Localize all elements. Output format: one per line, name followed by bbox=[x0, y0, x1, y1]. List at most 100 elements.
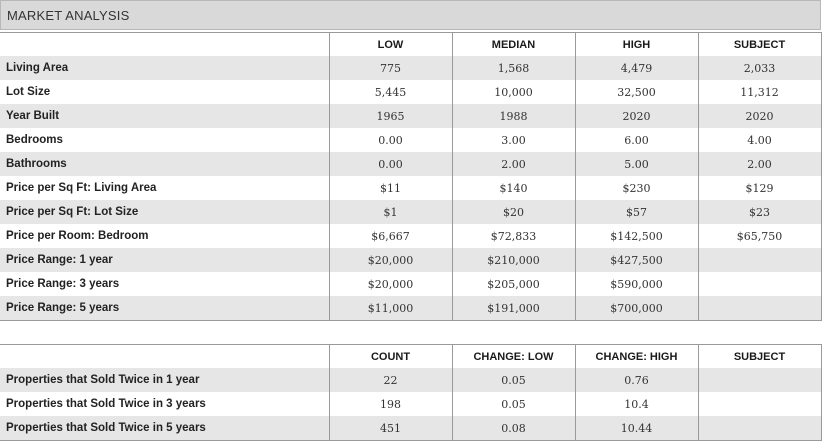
cell-change-high: 0.76 bbox=[574, 368, 698, 392]
cell-subject bbox=[697, 368, 822, 392]
cell-median: 2.00 bbox=[451, 152, 575, 176]
cell-subject: 2.00 bbox=[697, 152, 822, 176]
cell-change-high: 10.4 bbox=[574, 392, 698, 416]
header-count: COUNT bbox=[328, 344, 452, 368]
cell-low: 0.00 bbox=[328, 152, 452, 176]
table-row: Living Area 775 1,568 4,479 2,033 bbox=[0, 56, 822, 80]
cell-subject: $129 bbox=[697, 176, 822, 200]
row-label: Price Range: 1 year bbox=[0, 248, 329, 272]
cell-median: $20 bbox=[451, 200, 575, 224]
cell-median: $205,000 bbox=[451, 272, 575, 296]
cell-median: $191,000 bbox=[451, 296, 575, 321]
table-row: Properties that Sold Twice in 5 years 45… bbox=[0, 416, 822, 441]
cell-low: 0.00 bbox=[328, 128, 452, 152]
cell-subject bbox=[697, 248, 822, 272]
cell-median: $210,000 bbox=[451, 248, 575, 272]
cell-low: $11,000 bbox=[328, 296, 452, 321]
cell-change-low: 0.08 bbox=[451, 416, 575, 441]
row-label: Price per Room: Bedroom bbox=[0, 224, 329, 248]
cell-median: 1988 bbox=[451, 104, 575, 128]
header-change-high: CHANGE: HIGH bbox=[574, 344, 698, 368]
cell-subject bbox=[697, 272, 822, 296]
row-label: Living Area bbox=[0, 56, 329, 80]
table-row: Price per Room: Bedroom $6,667 $72,833 $… bbox=[0, 224, 822, 248]
row-label: Price Range: 5 years bbox=[0, 296, 329, 321]
cell-median: 1,568 bbox=[451, 56, 575, 80]
cell-high: 5.00 bbox=[574, 152, 698, 176]
table-row: Properties that Sold Twice in 1 year 22 … bbox=[0, 368, 822, 392]
table-row: Price per Sq Ft: Living Area $11 $140 $2… bbox=[0, 176, 822, 200]
cell-subject bbox=[697, 416, 822, 441]
table-row: Bedrooms 0.00 3.00 6.00 4.00 bbox=[0, 128, 822, 152]
row-label: Bedrooms bbox=[0, 128, 329, 152]
table-header-row: COUNT CHANGE: LOW CHANGE: HIGH SUBJECT bbox=[0, 344, 822, 368]
cell-high: 6.00 bbox=[574, 128, 698, 152]
cell-median: $72,833 bbox=[451, 224, 575, 248]
cell-high: 4,479 bbox=[574, 56, 698, 80]
table-row: Bathrooms 0.00 2.00 5.00 2.00 bbox=[0, 152, 822, 176]
cell-high: $57 bbox=[574, 200, 698, 224]
cell-median: $140 bbox=[451, 176, 575, 200]
cell-low: $20,000 bbox=[328, 248, 452, 272]
row-label: Lot Size bbox=[0, 80, 329, 104]
section-header: MARKET ANALYSIS bbox=[0, 0, 821, 30]
cell-low: 775 bbox=[328, 56, 452, 80]
header-change-low: CHANGE: LOW bbox=[451, 344, 575, 368]
table-header-row: LOW MEDIAN HIGH SUBJECT bbox=[0, 32, 822, 56]
row-label: Price Range: 3 years bbox=[0, 272, 329, 296]
cell-low: $11 bbox=[328, 176, 452, 200]
cell-count: 22 bbox=[328, 368, 452, 392]
row-label: Year Built bbox=[0, 104, 329, 128]
cell-high: $700,000 bbox=[574, 296, 698, 321]
cell-change-high: 10.44 bbox=[574, 416, 698, 441]
cell-subject bbox=[697, 296, 822, 321]
row-label: Price per Sq Ft: Living Area bbox=[0, 176, 329, 200]
table-row: Price Range: 1 year $20,000 $210,000 $42… bbox=[0, 248, 822, 272]
market-analysis-panel: MARKET ANALYSIS LOW MEDIAN HIGH SUBJECT … bbox=[0, 0, 823, 444]
market-analysis-table: LOW MEDIAN HIGH SUBJECT Living Area 775 … bbox=[0, 32, 822, 321]
cell-high: $427,500 bbox=[574, 248, 698, 272]
cell-median: 3.00 bbox=[451, 128, 575, 152]
cell-low: 1965 bbox=[328, 104, 452, 128]
row-label: Price per Sq Ft: Lot Size bbox=[0, 200, 329, 224]
row-label: Properties that Sold Twice in 1 year bbox=[0, 368, 329, 392]
cell-low: $20,000 bbox=[328, 272, 452, 296]
cell-high: 2020 bbox=[574, 104, 698, 128]
section-title: MARKET ANALYSIS bbox=[7, 8, 130, 23]
cell-subject: 2,033 bbox=[697, 56, 822, 80]
sold-twice-table: COUNT CHANGE: LOW CHANGE: HIGH SUBJECT P… bbox=[0, 344, 822, 441]
cell-subject bbox=[697, 392, 822, 416]
table-row: Price per Sq Ft: Lot Size $1 $20 $57 $23 bbox=[0, 200, 822, 224]
table-row: Price Range: 3 years $20,000 $205,000 $5… bbox=[0, 272, 822, 296]
cell-high: $142,500 bbox=[574, 224, 698, 248]
cell-change-low: 0.05 bbox=[451, 368, 575, 392]
cell-subject: $65,750 bbox=[697, 224, 822, 248]
table-row: Lot Size 5,445 10,000 32,500 11,312 bbox=[0, 80, 822, 104]
cell-subject: 2020 bbox=[697, 104, 822, 128]
cell-count: 451 bbox=[328, 416, 452, 441]
row-label: Properties that Sold Twice in 5 years bbox=[0, 416, 329, 441]
table-row: Year Built 1965 1988 2020 2020 bbox=[0, 104, 822, 128]
cell-high: $230 bbox=[574, 176, 698, 200]
header-label-column bbox=[0, 32, 329, 56]
cell-change-low: 0.05 bbox=[451, 392, 575, 416]
row-label: Bathrooms bbox=[0, 152, 329, 176]
row-label: Properties that Sold Twice in 3 years bbox=[0, 392, 329, 416]
header-label-column bbox=[0, 344, 329, 368]
header-subject: SUBJECT bbox=[697, 344, 822, 368]
cell-subject: 11,312 bbox=[697, 80, 822, 104]
header-high: HIGH bbox=[574, 32, 698, 56]
cell-high: 32,500 bbox=[574, 80, 698, 104]
table-row: Properties that Sold Twice in 3 years 19… bbox=[0, 392, 822, 416]
cell-count: 198 bbox=[328, 392, 452, 416]
header-median: MEDIAN bbox=[451, 32, 575, 56]
cell-low: $6,667 bbox=[328, 224, 452, 248]
cell-low: $1 bbox=[328, 200, 452, 224]
cell-subject: 4.00 bbox=[697, 128, 822, 152]
cell-low: 5,445 bbox=[328, 80, 452, 104]
header-low: LOW bbox=[328, 32, 452, 56]
table-row: Price Range: 5 years $11,000 $191,000 $7… bbox=[0, 296, 822, 321]
cell-median: 10,000 bbox=[451, 80, 575, 104]
cell-subject: $23 bbox=[697, 200, 822, 224]
cell-high: $590,000 bbox=[574, 272, 698, 296]
